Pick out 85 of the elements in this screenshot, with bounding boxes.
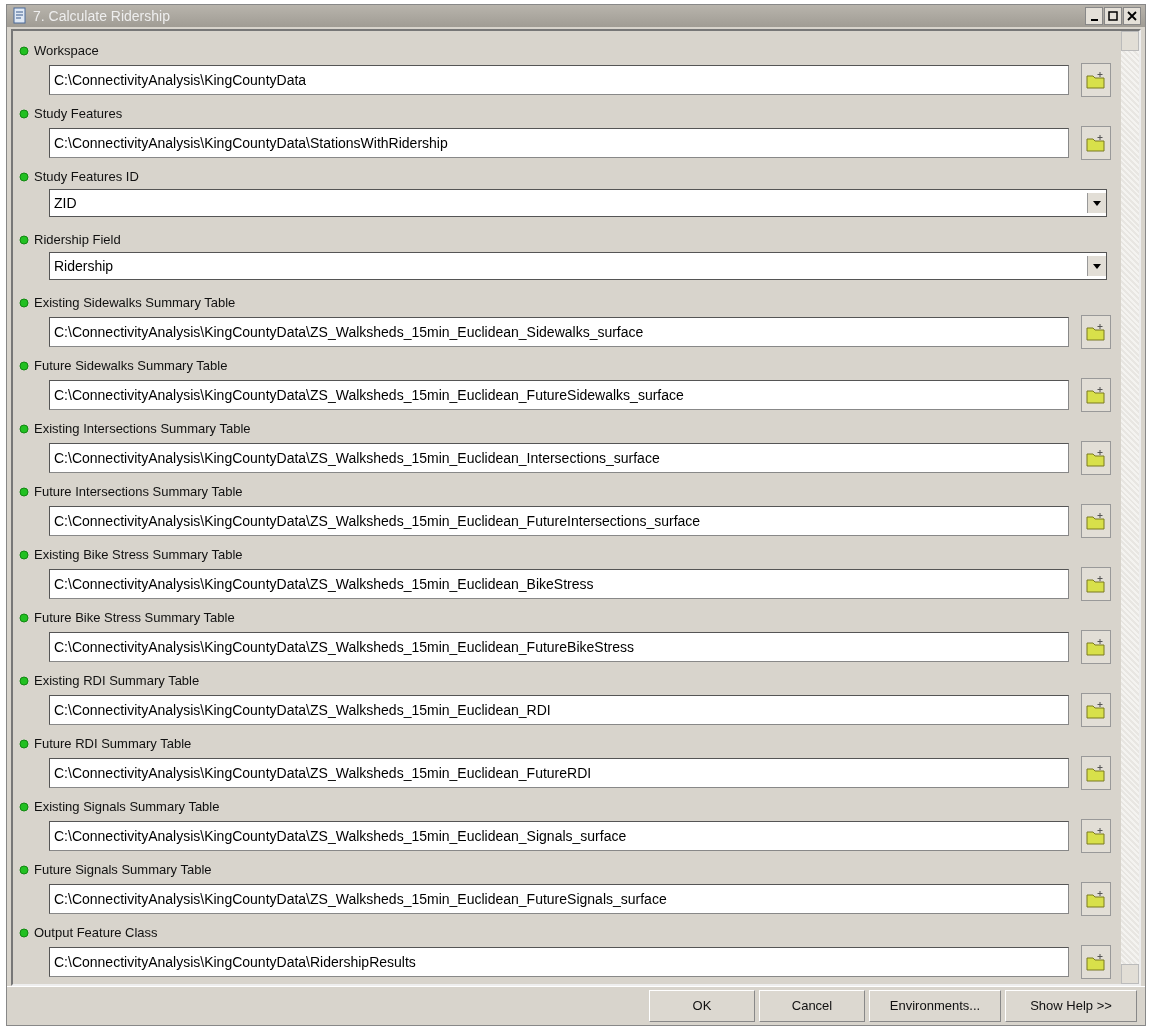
browse-button[interactable] xyxy=(1081,692,1111,727)
folder-icon xyxy=(1086,574,1106,593)
parameter-label: Existing Sidewalks Summary Table xyxy=(34,295,236,311)
required-dot-icon xyxy=(19,675,29,686)
required-dot-icon xyxy=(19,360,29,371)
required-dot-icon xyxy=(19,234,29,245)
dialog-button[interactable]: OK xyxy=(649,989,755,1022)
dialog-button[interactable]: Show Help >> xyxy=(1005,989,1137,1022)
required-dot-icon xyxy=(19,108,29,119)
browse-button[interactable] xyxy=(1081,566,1111,601)
path-field[interactable]: C:\ConnectivityAnalysis\KingCountyData\ZS_Walksheds_15min_Euclidean_RDI xyxy=(49,694,1069,725)
browse-button[interactable] xyxy=(1081,944,1111,979)
browse-button[interactable] xyxy=(1081,440,1111,475)
close-button[interactable] xyxy=(1123,6,1141,25)
parameter-label: Existing Bike Stress Summary Table xyxy=(34,547,243,563)
dialog-button[interactable]: Environments... xyxy=(869,989,1001,1022)
path-field[interactable]: C:\ConnectivityAnalysis\KingCountyData\RidershipResults xyxy=(49,946,1069,977)
dropdown-field[interactable]: ZID xyxy=(49,188,1107,217)
path-field[interactable]: C:\ConnectivityAnalysis\KingCountyData\ZS_Walksheds_15min_Euclidean_FutureSidewalks_surface xyxy=(49,379,1069,410)
parameter-label: Study Features ID xyxy=(34,169,139,185)
close-icon xyxy=(1127,10,1137,21)
browse-button[interactable] xyxy=(1081,314,1111,349)
browse-button[interactable] xyxy=(1081,755,1111,790)
maximize-icon xyxy=(1108,10,1118,21)
parameter-label: Workspace xyxy=(34,43,99,59)
parameter-label: Future RDI Summary Table xyxy=(34,736,192,752)
browse-button[interactable] xyxy=(1081,818,1111,853)
path-field[interactable]: C:\ConnectivityAnalysis\KingCountyData\ZS_Walksheds_15min_Euclidean_FutureSignals_surface xyxy=(49,883,1069,914)
parameter-label: Existing Intersections Summary Table xyxy=(34,421,251,437)
required-dot-icon xyxy=(19,45,29,56)
path-field[interactable]: C:\ConnectivityAnalysis\KingCountyData\ZS_Walksheds_15min_Euclidean_FutureBikeStress xyxy=(49,631,1069,662)
folder-icon xyxy=(1086,763,1106,782)
folder-icon xyxy=(1086,322,1106,341)
folder-icon xyxy=(1086,133,1106,152)
required-dot-icon xyxy=(19,549,29,560)
browse-button[interactable] xyxy=(1081,881,1111,916)
browse-button[interactable] xyxy=(1081,125,1111,160)
path-field[interactable]: C:\ConnectivityAnalysis\KingCountyData\ZS_Walksheds_15min_Euclidean_BikeStress xyxy=(49,568,1069,599)
browse-button[interactable] xyxy=(1081,503,1111,538)
folder-icon xyxy=(1086,700,1106,719)
required-dot-icon xyxy=(19,486,29,497)
folder-icon xyxy=(1086,889,1106,908)
parameter-label: Output Feature Class xyxy=(34,925,158,941)
required-dot-icon xyxy=(19,423,29,434)
parameter-label: Future Intersections Summary Table xyxy=(34,484,243,500)
folder-icon xyxy=(1086,826,1106,845)
required-dot-icon xyxy=(19,297,29,308)
folder-icon xyxy=(1086,70,1106,89)
path-field[interactable]: C:\ConnectivityAnalysis\KingCountyData\ZS_Walksheds_15min_Euclidean_FutureRDI xyxy=(49,757,1069,788)
required-dot-icon xyxy=(19,801,29,812)
folder-icon xyxy=(1086,952,1106,971)
parameter-label: Future Bike Stress Summary Table xyxy=(34,610,235,626)
script-icon xyxy=(11,6,29,25)
parameter-label: Existing RDI Summary Table xyxy=(34,673,200,689)
path-field[interactable]: C:\ConnectivityAnalysis\KingCountyData\ZS_Walksheds_15min_Euclidean_Sidewalks_surface xyxy=(49,316,1069,347)
dropdown-arrow-icon xyxy=(1093,261,1101,270)
browse-button[interactable] xyxy=(1081,377,1111,412)
minimize-button[interactable] xyxy=(1085,6,1103,25)
folder-icon xyxy=(1086,448,1106,467)
dropdown-arrow-icon xyxy=(1093,198,1101,207)
path-field[interactable]: C:\ConnectivityAnalysis\KingCountyData\ZS_Walksheds_15min_Euclidean_FutureIntersections_surface xyxy=(49,505,1069,536)
maximize-button[interactable] xyxy=(1104,6,1122,25)
path-field[interactable]: C:\ConnectivityAnalysis\KingCountyData\StationsWithRidership xyxy=(49,127,1069,158)
path-field[interactable]: C:\ConnectivityAnalysis\KingCountyData\ZS_Walksheds_15min_Euclidean_Signals_surface xyxy=(49,820,1069,851)
browse-button[interactable] xyxy=(1081,629,1111,664)
required-dot-icon xyxy=(19,612,29,623)
parameter-label: Study Features xyxy=(34,106,123,122)
folder-icon xyxy=(1086,637,1106,656)
folder-icon xyxy=(1086,385,1106,404)
path-field[interactable]: C:\ConnectivityAnalysis\KingCountyData xyxy=(49,64,1069,95)
required-dot-icon xyxy=(19,864,29,875)
dropdown-field[interactable]: Ridership xyxy=(49,251,1107,280)
required-dot-icon xyxy=(19,738,29,749)
parameter-label: Ridership Field xyxy=(34,232,121,248)
path-field[interactable]: C:\ConnectivityAnalysis\KingCountyData\ZS_Walksheds_15min_Euclidean_Intersections_surface xyxy=(49,442,1069,473)
window-title: 7. Calculate Ridership xyxy=(33,7,170,24)
minimize-icon xyxy=(1090,18,1098,21)
parameter-label: Existing Signals Summary Table xyxy=(34,799,220,815)
dialog-button[interactable]: Cancel xyxy=(759,989,865,1022)
required-dot-icon xyxy=(19,171,29,182)
parameter-label: Future Sidewalks Summary Table xyxy=(34,358,228,374)
parameter-label: Future Signals Summary Table xyxy=(34,862,212,878)
browse-button[interactable] xyxy=(1081,62,1111,97)
folder-icon xyxy=(1086,511,1106,530)
required-dot-icon xyxy=(19,927,29,938)
